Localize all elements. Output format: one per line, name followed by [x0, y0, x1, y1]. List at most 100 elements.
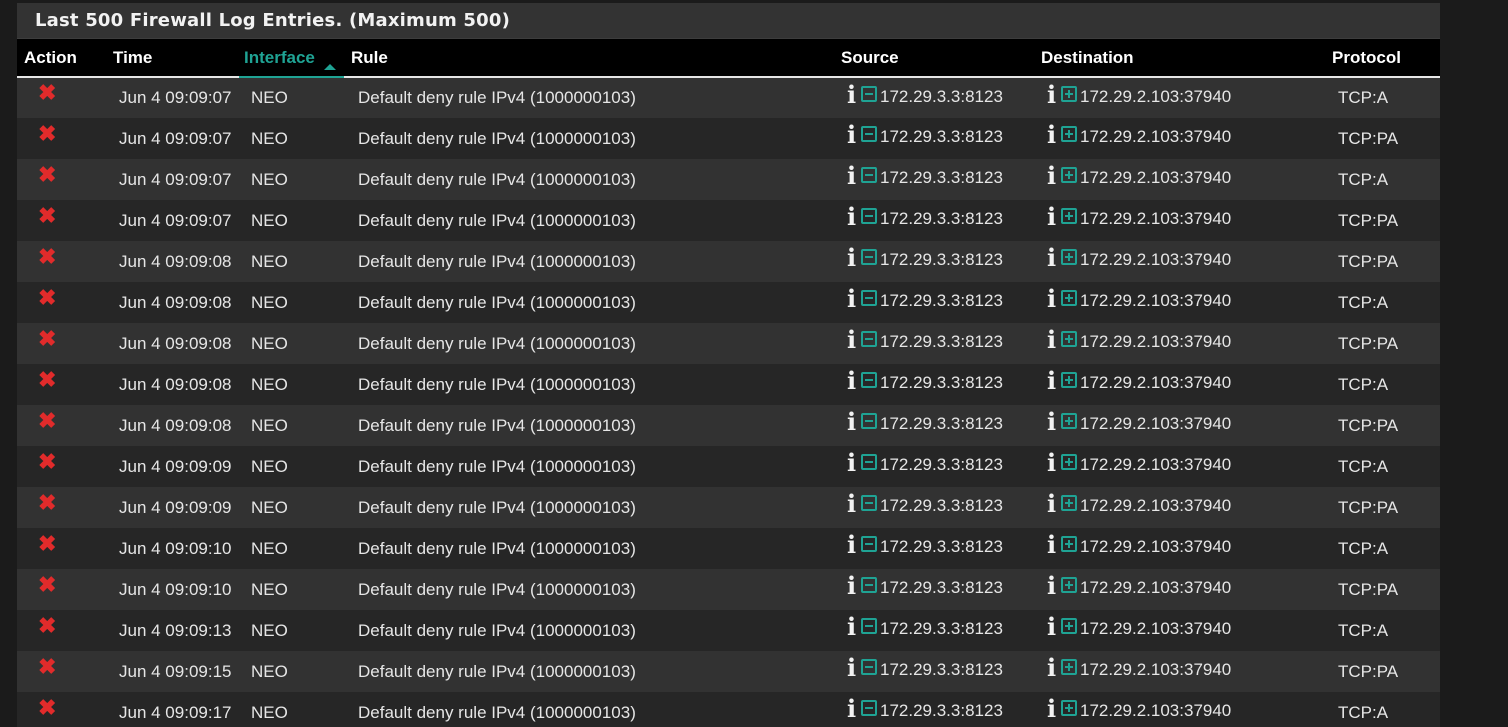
- sort-asc-icon: [324, 64, 336, 70]
- column-header-interface[interactable]: Interface: [239, 39, 344, 78]
- info-icon[interactable]: i: [1047, 123, 1058, 147]
- info-icon[interactable]: i: [847, 697, 858, 721]
- block-x-icon[interactable]: ✖: [38, 82, 56, 104]
- info-icon[interactable]: i: [847, 287, 858, 311]
- minus-square-icon[interactable]: [861, 536, 877, 552]
- plus-square-icon[interactable]: [1061, 413, 1077, 429]
- column-header-destination[interactable]: Destination: [1034, 39, 1324, 78]
- plus-square-icon[interactable]: [1061, 331, 1077, 347]
- info-icon[interactable]: i: [1047, 164, 1058, 188]
- info-icon[interactable]: i: [1047, 615, 1058, 639]
- block-x-icon[interactable]: ✖: [38, 204, 56, 226]
- info-icon[interactable]: i: [1047, 697, 1058, 721]
- minus-square-icon[interactable]: [861, 700, 877, 716]
- block-x-icon[interactable]: ✖: [38, 368, 56, 390]
- block-x-icon[interactable]: ✖: [38, 163, 56, 185]
- column-header-time[interactable]: Time: [107, 39, 239, 78]
- minus-square-icon[interactable]: [861, 85, 877, 102]
- plus-square-icon[interactable]: [1061, 85, 1077, 102]
- plus-square-icon[interactable]: [1061, 577, 1077, 593]
- info-icon[interactable]: i: [1047, 82, 1058, 106]
- info-icon[interactable]: i: [847, 164, 858, 188]
- interface-cell: NEO: [251, 251, 288, 271]
- minus-square-icon[interactable]: [861, 290, 877, 306]
- info-icon[interactable]: i: [847, 123, 858, 147]
- block-x-icon[interactable]: ✖: [38, 696, 56, 718]
- minus-square-icon[interactable]: [861, 208, 877, 224]
- plus-square-icon[interactable]: [1061, 618, 1077, 634]
- block-x-icon[interactable]: ✖: [38, 327, 56, 349]
- minus-square-icon[interactable]: [861, 618, 877, 634]
- minus-square-icon[interactable]: [861, 495, 877, 511]
- source-cell: i 172.29.3.3:8123: [834, 364, 1034, 405]
- table-row: ✖ Jun 4 09:09:08 NEO Default deny rule IPv4…: [17, 405, 1440, 446]
- block-x-icon[interactable]: ✖: [38, 614, 56, 636]
- block-x-icon[interactable]: ✖: [38, 532, 56, 554]
- info-icon[interactable]: i: [847, 82, 858, 106]
- block-x-icon[interactable]: ✖: [38, 409, 56, 431]
- plus-square-icon[interactable]: [1061, 495, 1077, 511]
- plus-square-icon[interactable]: [1061, 700, 1077, 716]
- block-x-icon[interactable]: ✖: [38, 122, 56, 144]
- info-icon[interactable]: i: [847, 533, 858, 557]
- info-icon[interactable]: i: [1047, 574, 1058, 598]
- column-header-rule[interactable]: Rule: [344, 39, 834, 78]
- info-icon[interactable]: i: [847, 615, 858, 639]
- plus-square-icon[interactable]: [1061, 454, 1077, 470]
- column-header-action[interactable]: Action: [17, 39, 107, 78]
- plus-square-icon[interactable]: [1061, 167, 1077, 183]
- column-header-protocol[interactable]: Protocol: [1324, 39, 1440, 78]
- info-icon[interactable]: i: [847, 451, 858, 475]
- info-icon[interactable]: i: [1047, 451, 1058, 475]
- minus-square-icon[interactable]: [861, 577, 877, 593]
- block-x-icon[interactable]: ✖: [38, 491, 56, 513]
- rule-cell: Default deny rule IPv4 (1000000103): [358, 620, 636, 640]
- source-cell: i 172.29.3.3:8123: [834, 651, 1034, 692]
- minus-square-icon[interactable]: [861, 249, 877, 265]
- minus-square-icon[interactable]: [861, 454, 877, 470]
- block-x-icon[interactable]: ✖: [38, 286, 56, 308]
- block-x-icon[interactable]: ✖: [38, 573, 56, 595]
- plus-square-icon[interactable]: [1061, 208, 1077, 224]
- info-icon[interactable]: i: [1047, 369, 1058, 393]
- info-icon[interactable]: i: [1047, 410, 1058, 434]
- minus-square-icon[interactable]: [861, 372, 877, 388]
- plus-square-icon[interactable]: [1061, 249, 1077, 265]
- time-cell: Jun 4 09:09:07: [119, 88, 232, 107]
- block-x-icon[interactable]: ✖: [38, 245, 56, 267]
- column-header-source[interactable]: Source: [834, 39, 1034, 78]
- plus-square-icon[interactable]: [1061, 290, 1077, 306]
- minus-square-icon[interactable]: [861, 331, 877, 347]
- plus-square-icon[interactable]: [1061, 126, 1077, 142]
- info-icon[interactable]: i: [847, 492, 858, 516]
- info-icon[interactable]: i: [847, 574, 858, 598]
- block-x-icon[interactable]: ✖: [38, 450, 56, 472]
- info-icon[interactable]: i: [847, 656, 858, 680]
- info-icon[interactable]: i: [1047, 205, 1058, 229]
- minus-square-icon[interactable]: [861, 413, 877, 429]
- minus-square-icon[interactable]: [861, 659, 877, 675]
- info-icon[interactable]: i: [1047, 328, 1058, 352]
- plus-square-icon[interactable]: [1061, 372, 1077, 388]
- info-icon[interactable]: i: [847, 246, 858, 270]
- minus-square-icon[interactable]: [861, 167, 877, 183]
- info-icon[interactable]: i: [1047, 492, 1058, 516]
- plus-square-icon[interactable]: [1061, 659, 1077, 675]
- plus-square-icon[interactable]: [1061, 536, 1077, 552]
- time-cell: Jun 4 09:09:10: [119, 579, 232, 599]
- info-icon[interactable]: i: [1047, 656, 1058, 680]
- info-icon[interactable]: i: [847, 410, 858, 434]
- source-cell: i 172.29.3.3:8123: [834, 77, 1034, 118]
- info-icon[interactable]: i: [847, 328, 858, 352]
- info-icon[interactable]: i: [1047, 533, 1058, 557]
- source-address: 172.29.3.3:8123: [880, 250, 1003, 269]
- info-icon[interactable]: i: [1047, 287, 1058, 311]
- time-cell: Jun 4 09:09:08: [119, 415, 232, 435]
- interface-cell: NEO: [251, 88, 288, 107]
- block-x-icon[interactable]: ✖: [38, 655, 56, 677]
- info-icon[interactable]: i: [847, 205, 858, 229]
- info-icon[interactable]: i: [1047, 246, 1058, 270]
- protocol-cell: TCP:A: [1338, 538, 1389, 558]
- minus-square-icon[interactable]: [861, 126, 877, 142]
- info-icon[interactable]: i: [847, 369, 858, 393]
